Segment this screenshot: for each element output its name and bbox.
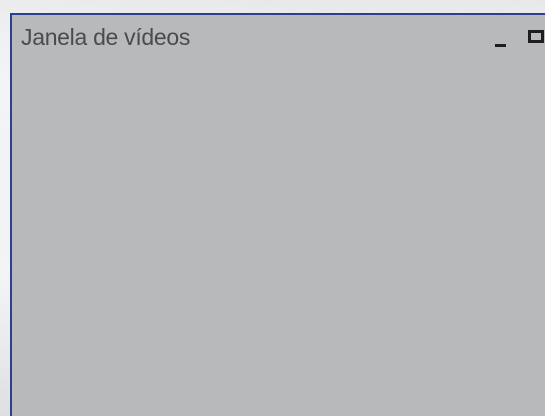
maximize-button[interactable] bbox=[525, 27, 545, 49]
minimize-button[interactable] bbox=[490, 29, 512, 51]
window-titlebar[interactable]: Janela de vídeos bbox=[12, 15, 545, 59]
window-title: Janela de vídeos bbox=[21, 24, 191, 50]
video-content-area bbox=[12, 59, 545, 416]
maximize-icon bbox=[528, 30, 544, 43]
video-window: Janela de vídeos bbox=[10, 13, 545, 416]
minimize-icon bbox=[495, 44, 506, 47]
